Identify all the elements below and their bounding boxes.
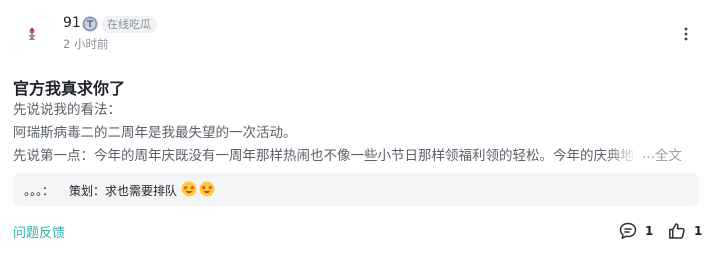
comment-text: 策划：求也需要排队 [69, 184, 178, 198]
like-button[interactable]: 1 [667, 220, 702, 242]
comment-icon [619, 222, 637, 239]
status-label: 在线吃瓜 [101, 15, 157, 33]
avatar[interactable] [16, 14, 50, 48]
comment-preview[interactable]: 。。。： 策划：求也需要排队 [13, 173, 699, 206]
text-fade [604, 144, 640, 164]
thumbs-up-icon [669, 223, 685, 239]
post-body-line: 阿瑞斯病毒二的二周年是我最失望的一次活动。 [13, 125, 297, 141]
more-options-button[interactable] [676, 24, 696, 44]
like-count: 1 [694, 224, 703, 238]
ellipsis: ... [642, 146, 655, 162]
more-vertical-icon [684, 27, 688, 41]
starstruck-emoji-icon [199, 181, 215, 197]
post-title[interactable]: 官方我真求你了 [13, 75, 125, 99]
avatar-figure-icon [29, 28, 35, 41]
comment-count: 1 [645, 224, 654, 238]
read-more: ... 全文 [640, 144, 682, 164]
online-status-icon [82, 16, 98, 32]
comment-author: 。。。： [24, 184, 55, 198]
starstruck-emoji-icon [181, 181, 197, 197]
post-timestamp: 2 小时前 [63, 37, 109, 51]
post-body-excerpt: 先说第一点：今年的周年庆既没有一周年那样热闹也不像一些小节日那样领福利领的轻松。… [13, 144, 699, 164]
post-body-line: 先说说我的看法： [13, 102, 121, 118]
author-status: 在线吃瓜 [82, 15, 157, 33]
comment-button[interactable]: 1 [618, 220, 653, 242]
author-name[interactable]: 91 [63, 15, 81, 31]
report-feedback-link[interactable]: 问题反馈 [13, 222, 65, 241]
full-text-link[interactable]: 全文 [655, 144, 682, 164]
post-card: 91 在线吃瓜 2 小时前 官方我真求你了 先说说我的看法： 阿瑞斯病毒二的二周… [0, 0, 712, 254]
post-body-line: 先说第一点：今年的周年庆既没有一周年那样热闹也不像一些小节日那样领福利领的轻松。… [13, 148, 634, 164]
